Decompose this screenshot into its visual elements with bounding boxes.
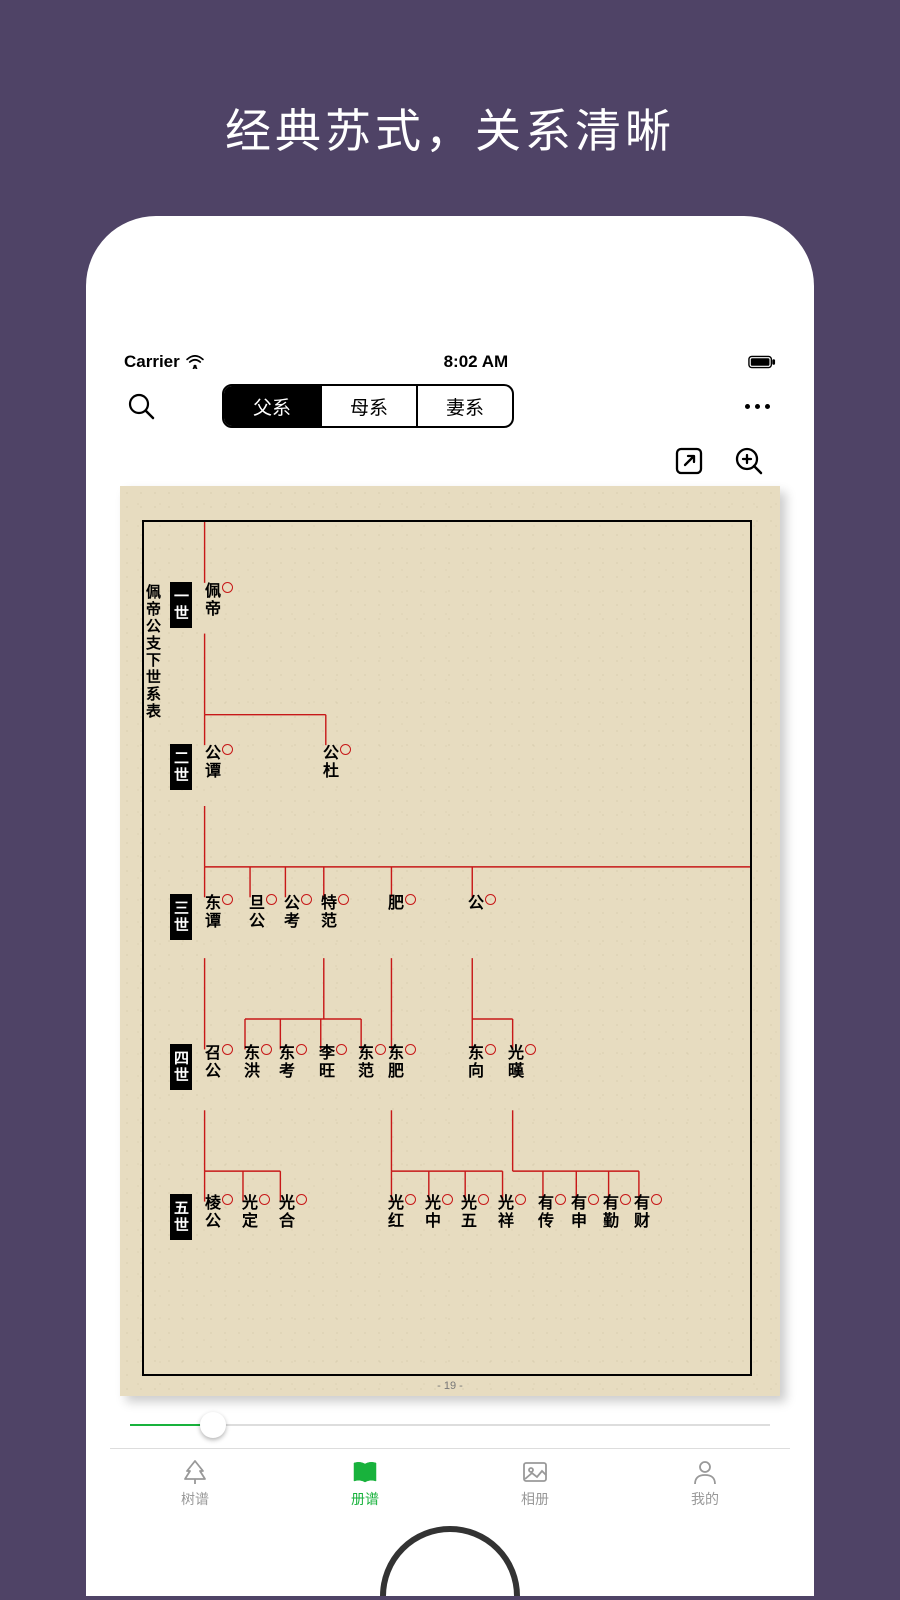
gen-3-badge: 三世 [170, 894, 192, 940]
page-number: - 19 - [120, 1380, 780, 1392]
search-button[interactable] [126, 391, 156, 421]
genealogy-page[interactable]: 佩帝公支下世系表 一世 二世 三世 四世 五世 佩帝 公谭 公杜 东谭 旦公 公… [120, 486, 780, 1396]
tab-album[interactable]: 相册 [450, 1449, 620, 1521]
person-node[interactable]: 棱公 [198, 1194, 233, 1230]
gen-2-badge: 二世 [170, 744, 192, 790]
more-icon [745, 404, 750, 409]
gen-5-badge: 五世 [170, 1194, 192, 1240]
person-node[interactable]: 光合 [272, 1194, 307, 1230]
page-headline: 经典苏式，关系清晰 [0, 0, 900, 216]
lineage-segmented-control: 父系 母系 妻系 [222, 384, 514, 428]
person-node[interactable]: 公考 [277, 894, 312, 930]
book-icon [351, 1459, 379, 1485]
person-icon [691, 1459, 719, 1485]
segment-father[interactable]: 父系 [224, 386, 320, 426]
segment-mother[interactable]: 母系 [320, 386, 416, 426]
zoom-in-icon [734, 446, 764, 476]
tab-bar: 树谱 册谱 相册 我的 [110, 1448, 790, 1521]
tree-icon [181, 1459, 209, 1485]
expand-icon [674, 446, 704, 476]
person-node[interactable]: 旦公 [242, 894, 277, 930]
carrier-label: Carrier [124, 352, 180, 372]
person-node[interactable]: 特范 [314, 894, 349, 930]
person-node[interactable]: 光红 [381, 1194, 416, 1230]
person-node[interactable]: 李旺 [312, 1044, 347, 1080]
person-node[interactable]: 光定 [235, 1194, 270, 1230]
person-node[interactable]: 公 [461, 894, 496, 912]
gen-1-badge: 一世 [170, 582, 192, 628]
person-node[interactable]: 光暵 [501, 1044, 536, 1080]
status-bar: Carrier 8:02 AM [110, 346, 790, 374]
fullscreen-button[interactable] [674, 446, 704, 476]
slider-thumb[interactable] [200, 1412, 226, 1438]
chart-title: 佩帝公支下世系表 [142, 584, 163, 720]
wifi-icon [186, 355, 204, 369]
tab-tree[interactable]: 树谱 [110, 1449, 280, 1521]
image-icon [521, 1459, 549, 1485]
person-node[interactable]: 光中 [418, 1194, 453, 1230]
person-node[interactable]: 有申 [564, 1194, 599, 1230]
page-frame: 佩帝公支下世系表 一世 二世 三世 四世 五世 佩帝 公谭 公杜 东谭 旦公 公… [142, 520, 752, 1376]
person-node[interactable]: 光五 [454, 1194, 489, 1230]
gen-4-badge: 四世 [170, 1044, 192, 1090]
person-node[interactable]: 有勤 [596, 1194, 631, 1230]
person-node[interactable]: 东洪 [237, 1044, 272, 1080]
person-node[interactable]: 公谭 [198, 744, 233, 780]
person-node[interactable]: 东考 [272, 1044, 307, 1080]
person-node[interactable]: 公杜 [316, 744, 351, 780]
person-node[interactable]: 肥 [381, 894, 416, 912]
toolbar: 父系 母系 妻系 [110, 374, 790, 440]
person-node[interactable]: 召公 [198, 1044, 233, 1080]
person-node[interactable]: 有传 [531, 1194, 566, 1230]
person-node[interactable]: 东肥 [381, 1044, 416, 1080]
person-node[interactable]: 佩帝 [198, 582, 233, 618]
segment-wife[interactable]: 妻系 [416, 386, 512, 426]
person-node[interactable]: 东谭 [198, 894, 233, 930]
clock: 8:02 AM [444, 352, 509, 372]
person-node[interactable]: 东向 [461, 1044, 496, 1080]
tree-connectors [144, 522, 750, 1374]
search-icon [126, 391, 156, 421]
tab-mine[interactable]: 我的 [620, 1449, 790, 1521]
page-slider[interactable] [130, 1410, 770, 1440]
battery-icon [748, 355, 776, 369]
home-indicator-arc [380, 1526, 520, 1596]
tab-book[interactable]: 册谱 [280, 1449, 450, 1521]
view-utilities [110, 440, 790, 486]
person-node[interactable]: 有财 [627, 1194, 662, 1230]
zoom-in-button[interactable] [734, 446, 764, 476]
phone-frame: Carrier 8:02 AM 父系 母系 妻系 [86, 216, 814, 1596]
person-node[interactable]: 光祥 [491, 1194, 526, 1230]
more-button[interactable] [741, 400, 774, 413]
